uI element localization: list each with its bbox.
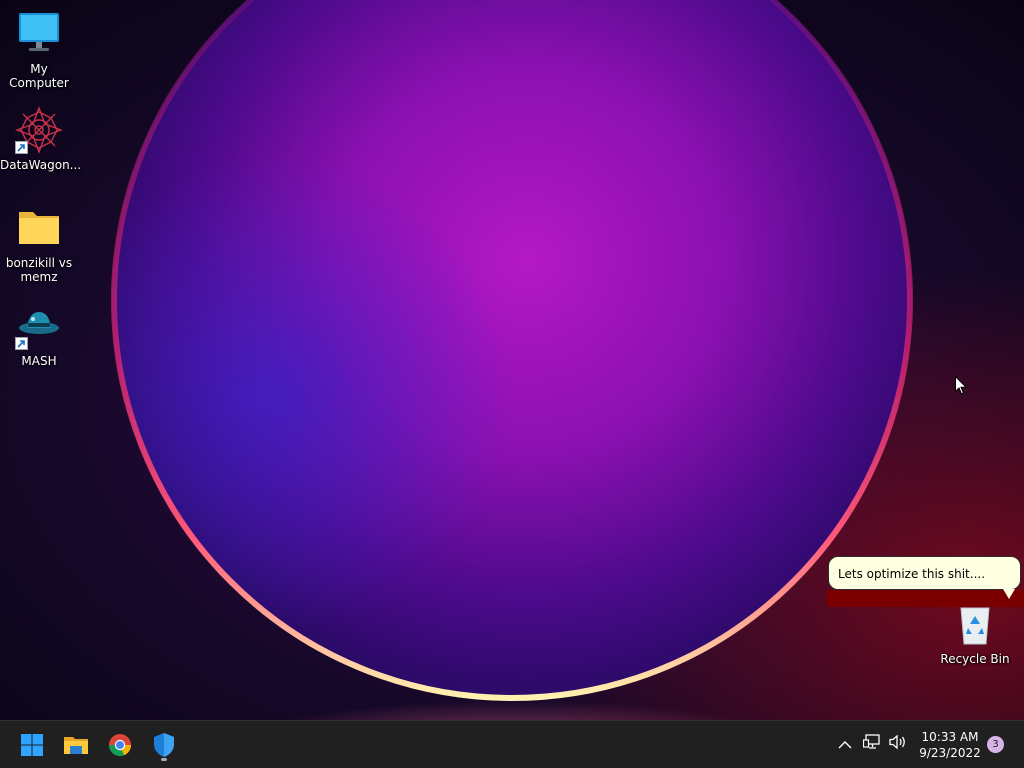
clock-date: 9/23/2022: [919, 746, 981, 760]
speech-bubble-text: Lets optimize this shit....: [838, 567, 986, 581]
desktop-icon-datawagon[interactable]: DataWagon...: [0, 106, 82, 172]
windows-security-button[interactable]: [147, 728, 181, 762]
desktop-icon-recycle-bin[interactable]: Recycle Bin: [936, 600, 1014, 666]
desktop-icon-label: My Computer: [9, 62, 69, 90]
desktop-icon-bonzikill-folder[interactable]: bonzikill vs memz: [0, 204, 78, 284]
notification-badge[interactable]: 3: [987, 736, 1004, 753]
windows-start-icon: [20, 733, 44, 757]
volume-button[interactable]: [888, 734, 908, 754]
chrome-button[interactable]: [103, 728, 137, 762]
folder-icon: [15, 204, 63, 252]
taskbar: 10:33 AM 9/23/2022 3: [0, 720, 1024, 768]
shield-icon: [152, 732, 176, 758]
desktop-icon-label: bonzikill vs memz: [5, 256, 73, 284]
network-button[interactable]: [862, 734, 882, 754]
show-hidden-icons-button[interactable]: [835, 734, 855, 754]
chrome-icon: [108, 733, 132, 757]
start-button[interactable]: [15, 728, 49, 762]
mash-hat-icon: [15, 302, 63, 350]
desktop-icon-my-computer[interactable]: My Computer: [0, 10, 78, 90]
computer-icon: [15, 10, 63, 58]
desktop-icon-mash[interactable]: MASH: [0, 302, 78, 368]
wallpaper-image: [0, 0, 1024, 720]
speech-bubble-tail: [1003, 589, 1015, 599]
desktop-icon-label: MASH: [21, 354, 57, 368]
shortcut-arrow-icon: [15, 141, 28, 154]
network-icon: [862, 734, 881, 754]
recycle-bin-icon: [951, 600, 999, 648]
speech-bubble[interactable]: Lets optimize this shit....: [828, 556, 1021, 590]
clock[interactable]: 10:33 AM 9/23/2022: [914, 729, 986, 761]
mouse-cursor-icon: [955, 376, 967, 395]
chevron-up-icon: [838, 735, 852, 754]
datawagon-icon: [15, 106, 63, 154]
desktop-icon-label: Recycle Bin: [940, 652, 1010, 666]
desktop-icon-label: DataWagon...: [0, 158, 82, 172]
shortcut-arrow-icon: [15, 337, 28, 350]
volume-icon: [889, 734, 907, 754]
running-indicator: [161, 758, 167, 761]
clock-time: 10:33 AM: [921, 730, 979, 744]
desktop[interactable]: My Computer DataWagon... bonzikill vs me…: [0, 0, 1024, 720]
file-explorer-button[interactable]: [59, 728, 93, 762]
file-explorer-icon: [63, 734, 89, 756]
